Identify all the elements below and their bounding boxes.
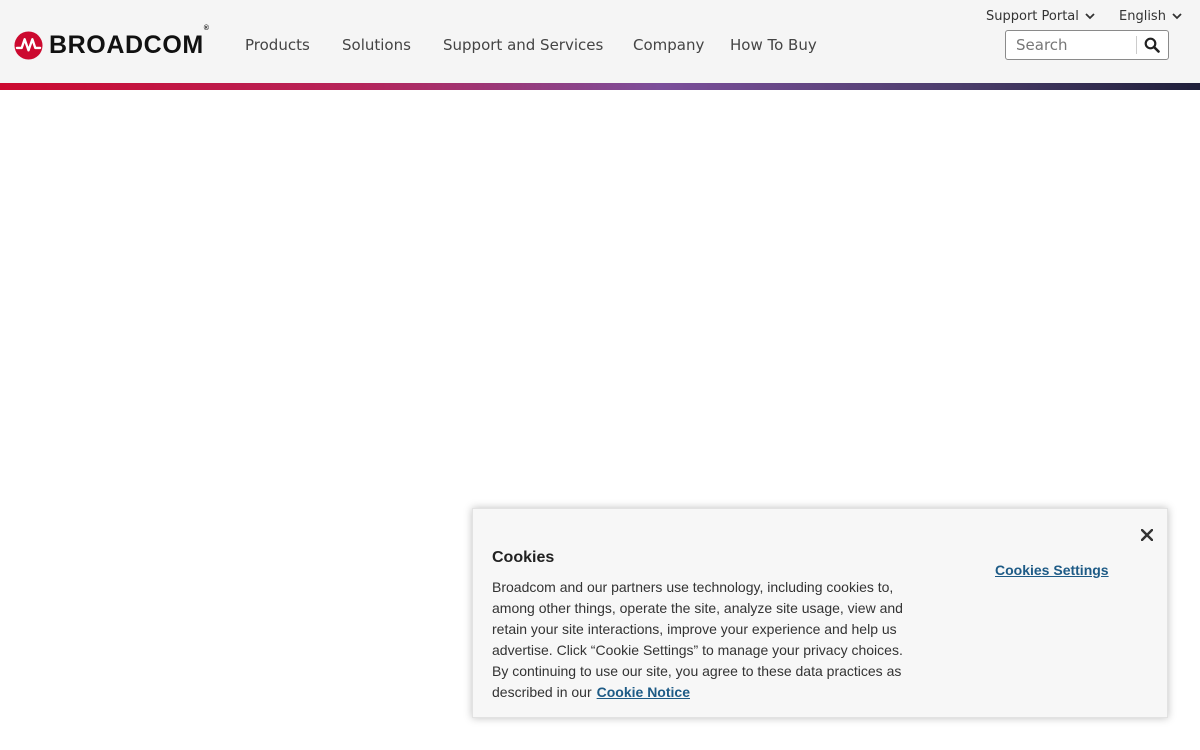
support-portal-label: Support Portal xyxy=(986,9,1079,24)
search-button[interactable] xyxy=(1137,31,1167,59)
nav-company[interactable]: Company xyxy=(633,36,704,54)
chevron-down-icon xyxy=(1172,13,1182,20)
cookie-banner-body: Broadcom and our partners use technology… xyxy=(492,579,903,700)
close-button[interactable] xyxy=(1137,525,1157,545)
language-menu[interactable]: English xyxy=(1119,9,1182,24)
search-box xyxy=(1005,30,1169,60)
nav-solutions[interactable]: Solutions xyxy=(342,36,411,54)
cookies-settings-button[interactable]: Cookies Settings xyxy=(995,562,1109,578)
support-portal-menu[interactable]: Support Portal xyxy=(986,9,1095,24)
close-icon xyxy=(1141,529,1153,541)
cookie-banner-text: Broadcom and our partners use technology… xyxy=(492,577,912,703)
nav-products[interactable]: Products xyxy=(245,36,310,54)
cookie-notice-link[interactable]: Cookie Notice xyxy=(597,684,690,700)
cookie-banner-title: Cookies xyxy=(492,549,555,566)
broadcom-logo[interactable]: BROADCOM® xyxy=(14,24,210,60)
broadcom-logo-mark-icon xyxy=(14,30,43,60)
search-input[interactable] xyxy=(1006,32,1136,58)
language-label: English xyxy=(1119,9,1166,24)
chevron-down-icon xyxy=(1085,13,1095,20)
nav-support-and-services[interactable]: Support and Services xyxy=(443,36,603,54)
header-gradient-bar xyxy=(0,83,1200,90)
nav-how-to-buy[interactable]: How To Buy xyxy=(730,36,817,54)
site-header: BROADCOM® Products Solutions Support and… xyxy=(0,0,1200,83)
search-icon xyxy=(1144,37,1160,53)
broadcom-wordmark: BROADCOM® xyxy=(49,24,210,59)
cookie-banner: Cookies Broadcom and our partners use te… xyxy=(472,508,1168,718)
